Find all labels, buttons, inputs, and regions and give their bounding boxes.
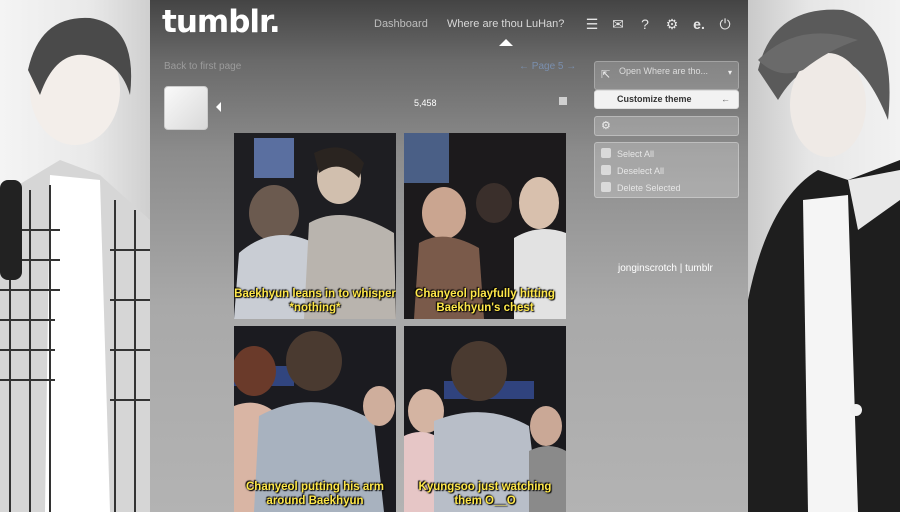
gif-frame-3[interactable]: Chanyeol putting his arm around Baekhyun — [234, 326, 396, 512]
pagination[interactable]: ← Page 5 → — [519, 61, 576, 72]
right-portrait-panel — [748, 0, 900, 512]
chevron-down-icon: ▾ — [727, 68, 732, 77]
note-count: 5,458 — [414, 98, 437, 108]
edit-icon[interactable]: e. — [691, 16, 707, 32]
gif-frame-1[interactable]: Baekhyun leans in to whisper *nothing* — [234, 133, 396, 319]
post-square-icon[interactable] — [559, 97, 567, 105]
gif-caption-2: Chanyeol playfully hitting Baekhyun's ch… — [415, 288, 555, 314]
customize-theme-label: Customize theme — [617, 94, 692, 104]
gif-caption-3: Chanyeol putting his arm around Baekhyun — [245, 481, 384, 507]
select-all-option[interactable]: Select All — [601, 148, 654, 159]
gif-caption-4: Kyungsoo just watching them O__O — [418, 481, 552, 507]
right-person-photo — [748, 9, 900, 512]
delete-icon — [601, 182, 611, 192]
avatar-caret-icon — [216, 102, 221, 112]
select-all-label: Select All — [617, 149, 655, 159]
open-blog-menu[interactable]: ⇱ Open Where are tho... ▾ — [594, 61, 739, 90]
nav-dashboard-link[interactable]: Dashboard — [374, 18, 428, 30]
gif-caption-1: Baekhyun leans in to whisper *nothing* — [234, 288, 396, 314]
active-nav-caret — [499, 39, 513, 46]
avatar[interactable] — [164, 86, 208, 130]
deselect-all-label: Deselect All — [617, 166, 665, 176]
gif-frame-2[interactable]: Chanyeol playfully hitting Baekhyun's ch… — [404, 133, 566, 319]
gif-frame-4[interactable]: Kyungsoo just watching them O__O — [404, 326, 566, 512]
back-to-first-page-link[interactable]: Back to first page — [164, 61, 241, 72]
mail-icon[interactable]: ✉ — [610, 16, 626, 32]
external-link-icon: ⇱ — [601, 69, 611, 81]
tumblr-logo[interactable]: tumblr. — [162, 4, 281, 40]
open-blog-label: Open Where are tho... — [619, 66, 709, 76]
watermark: jonginscrotch | tumblr — [618, 263, 713, 274]
gear-icon: ⚙ — [601, 120, 611, 132]
left-portrait-panel — [0, 0, 150, 512]
checkbox-icon — [601, 148, 611, 158]
customize-theme-button[interactable]: Customize theme ← — [594, 90, 739, 109]
gear-icon[interactable]: ⚙ — [664, 16, 680, 32]
list-icon[interactable]: ☰ — [584, 16, 600, 32]
checkbox-icon — [601, 165, 611, 175]
selection-menu: Select All Deselect All Delete Selected — [594, 142, 739, 198]
dashboard: tumblr. Dashboard Where are thou LuHan? … — [150, 0, 748, 512]
deselect-all-option[interactable]: Deselect All — [601, 165, 664, 176]
help-icon[interactable]: ? — [637, 16, 653, 32]
settings-menu[interactable]: ⚙ — [594, 116, 739, 136]
delete-selected-option[interactable]: Delete Selected — [601, 182, 681, 193]
arrow-left-icon: ← — [721, 94, 730, 104]
nav-blog-link[interactable]: Where are thou LuHan? — [447, 18, 564, 30]
delete-selected-label: Delete Selected — [617, 183, 681, 193]
left-person-photo — [0, 17, 150, 512]
power-icon[interactable]: ⏻ — [717, 16, 733, 32]
